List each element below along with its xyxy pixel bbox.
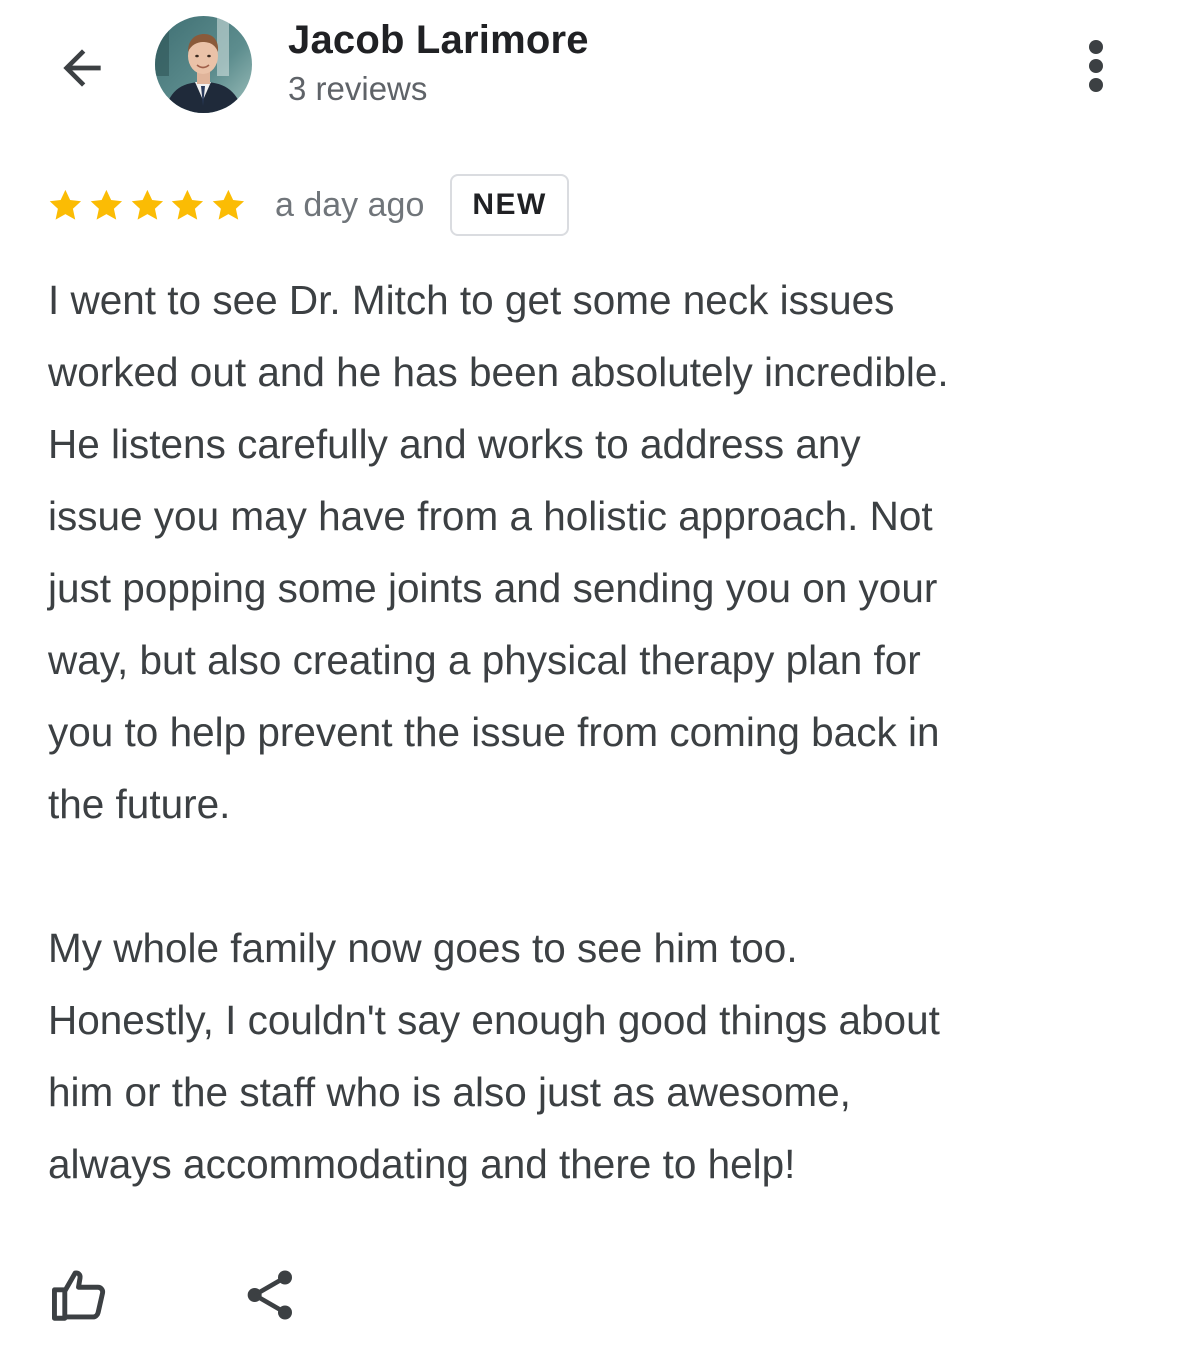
- star-icon: [131, 189, 163, 220]
- review-header: Jacob Larimore 3 reviews: [0, 0, 1179, 140]
- star-icon: [90, 189, 122, 220]
- back-button[interactable]: [50, 36, 114, 100]
- more-vert-icon: [1089, 40, 1103, 92]
- review-paragraph: I went to see Dr. Mitch to get some neck…: [48, 277, 949, 827]
- review-meta: a day ago NEW: [47, 172, 569, 238]
- star-rating: [47, 187, 251, 224]
- star-icon: [212, 189, 245, 220]
- review-actions: [48, 1260, 313, 1330]
- reviewer-name[interactable]: Jacob Larimore: [288, 18, 589, 63]
- arrow-back-icon: [63, 49, 101, 87]
- reviewer-avatar[interactable]: [155, 16, 252, 113]
- review-body: I went to see Dr. Mitch to get some neck…: [48, 264, 1148, 1200]
- more-options-button[interactable]: [1070, 36, 1122, 96]
- avatar-image: [155, 16, 252, 113]
- thumb-up-icon: [52, 1270, 106, 1321]
- review-paragraph: My whole family now goes to see him too.…: [48, 925, 940, 1187]
- new-badge: NEW: [450, 174, 569, 236]
- share-icon: [247, 1270, 292, 1320]
- star-icon: [172, 189, 204, 220]
- share-button[interactable]: [243, 1260, 313, 1330]
- like-button[interactable]: [48, 1260, 118, 1330]
- star-icon: [49, 189, 82, 220]
- review-time: a day ago: [275, 185, 425, 224]
- reviewer-review-count: 3 reviews: [288, 70, 428, 107]
